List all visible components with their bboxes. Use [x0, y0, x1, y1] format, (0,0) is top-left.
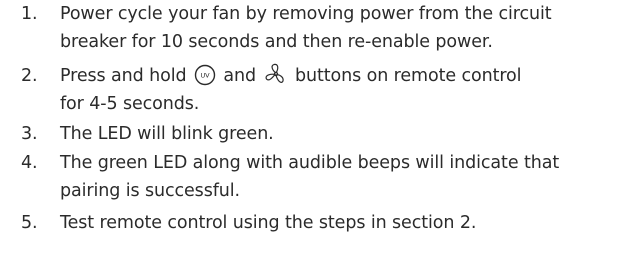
step-3: 3. The LED will blink green. — [0, 120, 628, 149]
step-text-line: pairing is successful. — [60, 181, 240, 201]
uv-button-icon: UV — [194, 64, 216, 86]
step-1: 1. Power cycle your fan by removing powe… — [0, 0, 628, 62]
step-text-line: Press and hold UV and buttons on remote … — [60, 62, 628, 90]
step-number: 3. — [21, 124, 38, 144]
uv-icon-label: UV — [200, 72, 210, 80]
step-2: 2. Press and hold UV and buttons on remo… — [0, 62, 628, 120]
step-5: 5. Test remote control using the steps i… — [0, 209, 628, 239]
step-text: buttons on remote control — [294, 66, 522, 86]
step-text-line: Test remote control using the steps in s… — [60, 213, 477, 233]
step-4: 4. The green LED along with audible beep… — [0, 149, 628, 209]
step-number: 1. — [21, 4, 38, 24]
step-text-line: breaker for 10 seconds and then re-enabl… — [60, 32, 493, 52]
step-text: Press and hold — [60, 66, 187, 86]
step-text: and — [223, 66, 257, 86]
step-text-line: The LED will blink green. — [60, 124, 274, 144]
pairing-instructions-list: 1. Power cycle your fan by removing powe… — [0, 0, 628, 239]
step-number: 4. — [21, 153, 38, 173]
step-text-line: for 4-5 seconds. — [60, 94, 200, 114]
step-number: 2. — [21, 66, 38, 86]
step-text-line: The green LED along with audible beeps w… — [60, 153, 560, 173]
step-number: 5. — [21, 213, 38, 233]
step-text-line: Power cycle your fan by removing power f… — [60, 4, 552, 24]
fan-button-icon — [264, 62, 288, 86]
